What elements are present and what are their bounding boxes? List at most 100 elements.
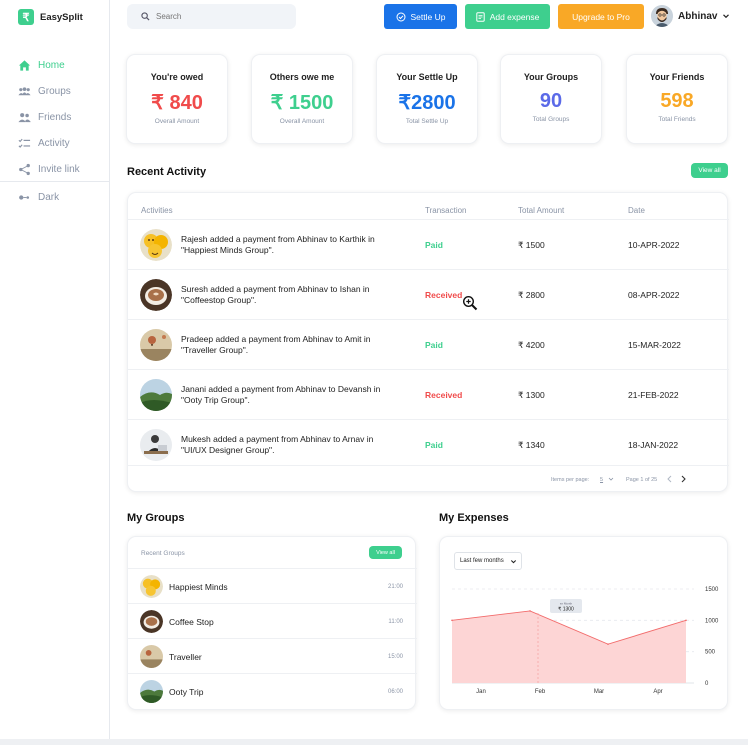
date: 18-JAN-2022	[628, 440, 679, 450]
chevron-down-icon	[723, 14, 730, 19]
upgrade-button[interactable]: Upgrade to Pro	[558, 4, 644, 29]
stat-card-friends: Your Friends 598 Total Friends	[626, 54, 728, 144]
items-per-page-label: Items per page:	[551, 477, 590, 483]
stat-value: ₹ 1500	[270, 92, 334, 114]
emoji-avatar-icon	[140, 575, 163, 598]
sidebar-item-label: Dark	[38, 191, 60, 203]
search-input[interactable]	[156, 12, 276, 21]
sidebar-item-label: Activity	[38, 137, 70, 149]
chevron-down-icon[interactable]	[608, 476, 614, 484]
amount: ₹ 1300	[518, 390, 545, 400]
sidebar-item-home[interactable]: Home	[0, 52, 110, 78]
expenses-chart: 0 500 1000 1500 Jan Feb Mar Apr ex Month₹ 1300	[451, 587, 719, 695]
sidebar: ₹ EasySplit Home Groups Friends Activity…	[0, 0, 110, 745]
stat-value: 90	[539, 90, 563, 112]
list-item[interactable]: Traveller 15:00	[128, 638, 417, 673]
date: 08-APR-2022	[628, 290, 680, 300]
stat-title: You're owed	[150, 72, 204, 82]
group-name: Traveller	[169, 652, 202, 662]
stat-subtitle: Total Groups	[532, 116, 570, 123]
bottom-edge	[0, 739, 748, 745]
amount: ₹ 1500	[518, 240, 545, 250]
table-row[interactable]: Suresh added a payment from Abhinav to I…	[128, 269, 729, 319]
add-expense-label: Add expense	[489, 11, 540, 22]
stat-subtitle: Overall Amount	[154, 118, 200, 125]
hills-avatar-icon	[140, 379, 172, 411]
hills-avatar-icon	[140, 680, 163, 703]
sidebar-item-invite-link[interactable]: Invite link	[0, 156, 110, 182]
view-all-groups-button[interactable]: View all	[369, 546, 402, 559]
toggle-icon	[19, 194, 30, 200]
sidebar-item-friends[interactable]: Friends	[0, 104, 110, 130]
my-groups-title: My Groups	[127, 512, 185, 524]
items-per-page-select[interactable]: 5	[600, 477, 603, 483]
table-row[interactable]: Rajesh added a payment from Abhinav to K…	[128, 219, 729, 269]
status-badge: Paid	[425, 440, 443, 450]
stat-value: ₹2800	[398, 92, 456, 114]
column-header: Transaction	[425, 206, 467, 215]
date: 10-APR-2022	[628, 240, 680, 250]
stat-subtitle: Overall Amount	[279, 118, 325, 125]
amount: ₹ 4200	[518, 340, 545, 350]
y-tick-label: 1500	[705, 587, 719, 593]
sidebar-item-label: Invite link	[38, 163, 80, 175]
brand[interactable]: ₹ EasySplit	[18, 9, 83, 25]
groups-icon	[18, 86, 31, 95]
sidebar-item-label: Groups	[38, 85, 71, 97]
table-row[interactable]: Mukesh added a payment from Abhinav to A…	[128, 419, 729, 469]
stat-title: Others owe me	[269, 72, 335, 82]
user-name: Abhinav	[678, 10, 718, 22]
page-range: Page 1 of 25	[626, 477, 658, 483]
group-time: 06:00	[387, 689, 403, 695]
data-point[interactable]	[685, 619, 687, 622]
search-bar[interactable]	[127, 4, 296, 29]
group-name: Happiest Minds	[169, 582, 228, 592]
status-badge: Paid	[425, 240, 443, 250]
sidebar-item-label: Friends	[38, 111, 72, 123]
x-tick-label: Mar	[594, 689, 604, 695]
my-expenses-title: My Expenses	[439, 512, 509, 524]
upgrade-label: Upgrade to Pro	[572, 11, 630, 22]
group-name: Ooty Trip	[169, 687, 204, 697]
stat-card-settle-up: Your Settle Up ₹2800 Total Settle Up	[376, 54, 478, 144]
check-circle-icon	[396, 12, 406, 21]
zoom-in-cursor-icon	[462, 295, 478, 311]
group-time: 15:00	[387, 654, 403, 660]
view-all-activity-button[interactable]: View all	[691, 163, 728, 178]
recent-activity-title: Recent Activity	[127, 166, 207, 178]
group-time: 21:00	[387, 584, 403, 590]
group-name: Coffee Stop	[169, 617, 214, 627]
dark-mode-toggle[interactable]: Dark	[0, 184, 110, 210]
prev-page-icon[interactable]	[666, 475, 673, 485]
sidebar-item-dark[interactable]: Dark	[0, 184, 110, 210]
settle-up-button[interactable]: Settle Up	[384, 4, 457, 29]
status-badge: Paid	[425, 340, 443, 350]
stat-card-others-owe: Others owe me ₹ 1500 Overall Amount	[251, 54, 353, 144]
activity-text: Rajesh added a payment from Abhinav to K…	[181, 234, 375, 255]
activity-text: Suresh added a payment from Abhinav to I…	[181, 284, 370, 305]
amount: ₹ 1340	[518, 440, 545, 450]
column-header: Date	[628, 206, 645, 215]
x-tick-label: Feb	[535, 689, 546, 695]
table-row[interactable]: Janani added a payment from Abhinav to D…	[128, 369, 729, 419]
data-point[interactable]	[529, 610, 531, 612]
stat-value: ₹ 840	[151, 92, 203, 114]
list-item[interactable]: Ooty Trip 06:00	[128, 673, 417, 708]
list-item[interactable]: Happiest Minds 21:00	[128, 568, 417, 603]
user-menu[interactable]: Abhinav	[651, 5, 730, 27]
emoji-avatar-icon	[140, 229, 172, 261]
activity-text: Mukesh added a payment from Abhinav to A…	[181, 434, 374, 455]
list-item[interactable]: Coffee Stop 11:00	[128, 603, 417, 638]
friends-icon	[18, 112, 31, 122]
sidebar-item-activity[interactable]: Activity	[0, 130, 110, 156]
x-tick-label: Apr	[653, 689, 662, 695]
data-point[interactable]	[607, 643, 609, 645]
next-page-icon[interactable]	[680, 475, 687, 485]
share-icon	[19, 163, 30, 175]
table-row[interactable]: Pradeep added a payment from Abhinav to …	[128, 319, 729, 369]
sidebar-item-groups[interactable]: Groups	[0, 78, 110, 104]
status-badge: Received	[425, 290, 463, 300]
data-point[interactable]	[451, 619, 453, 622]
add-expense-button[interactable]: Add expense	[465, 4, 550, 29]
amount: ₹ 2800	[518, 290, 545, 300]
